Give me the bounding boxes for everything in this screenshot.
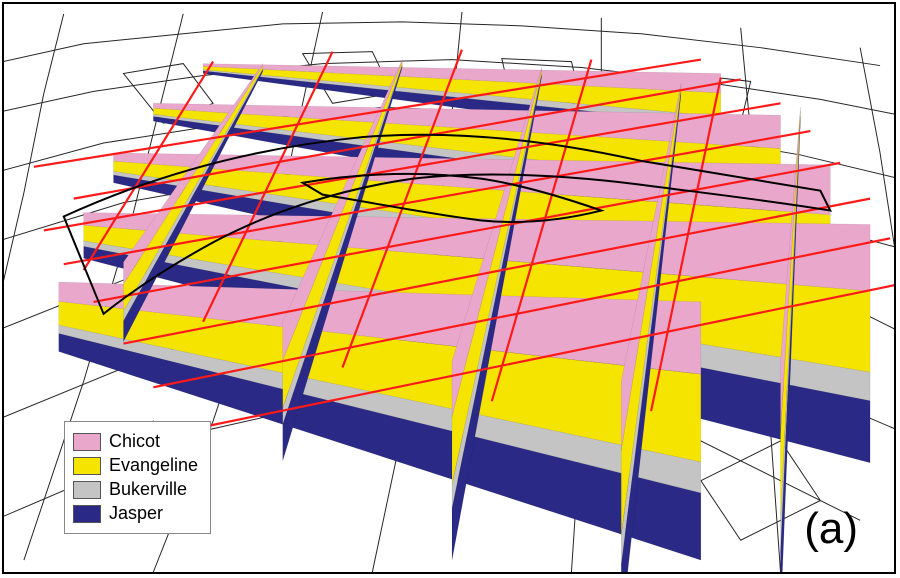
legend-swatch-evangeline xyxy=(73,457,101,475)
legend-label-bukerville: Bukerville xyxy=(109,479,187,500)
figure-frame: Chicot Evangeline Bukerville Jasper (a) xyxy=(2,2,896,574)
legend-item-chicot: Chicot xyxy=(73,431,198,452)
legend-label-chicot: Chicot xyxy=(109,431,160,452)
legend-swatch-chicot xyxy=(73,433,101,451)
legend-label-evangeline: Evangeline xyxy=(109,455,198,476)
subfigure-label: (a) xyxy=(804,504,858,554)
legend-item-evangeline: Evangeline xyxy=(73,455,198,476)
legend-box: Chicot Evangeline Bukerville Jasper xyxy=(64,421,211,534)
legend-swatch-jasper xyxy=(73,505,101,523)
legend-item-jasper: Jasper xyxy=(73,503,198,524)
legend-swatch-bukerville xyxy=(73,481,101,499)
legend-item-bukerville: Bukerville xyxy=(73,479,198,500)
legend-label-jasper: Jasper xyxy=(109,503,163,524)
